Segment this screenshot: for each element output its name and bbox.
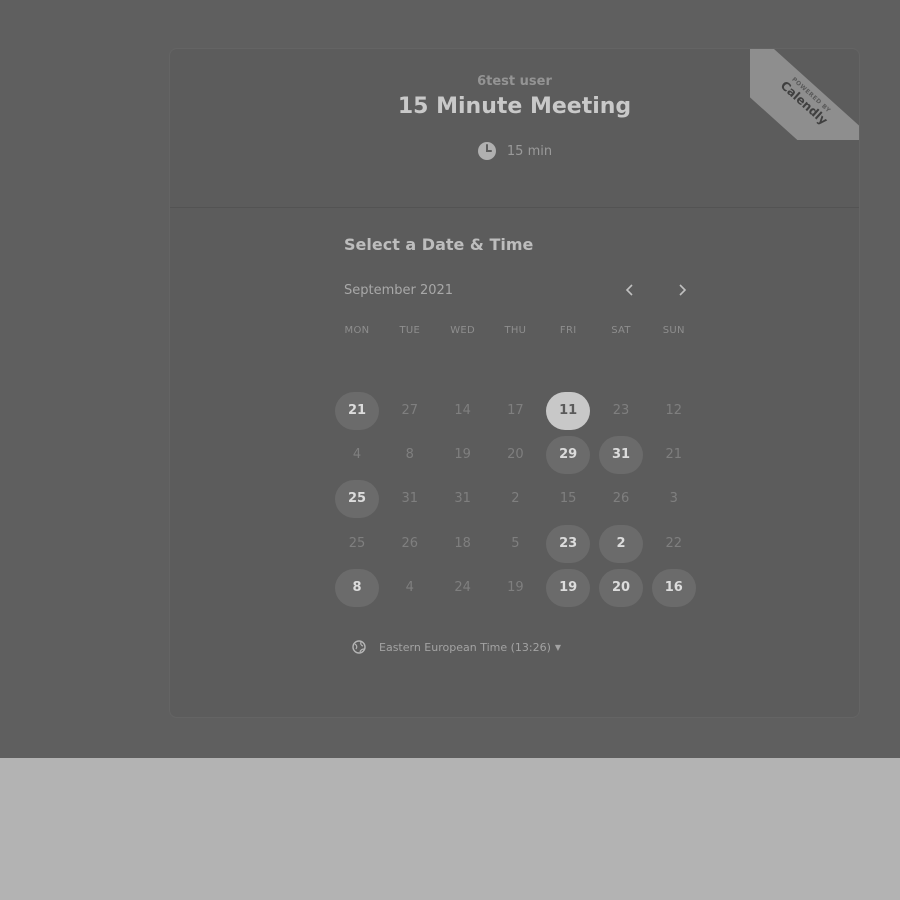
weekday-header: SAT bbox=[611, 325, 631, 336]
calendar-day: 20 bbox=[507, 447, 524, 463]
calendar-day: 17 bbox=[507, 403, 524, 418]
calendar-day-available[interactable]: 11 bbox=[546, 392, 591, 430]
calendar-day: 31 bbox=[401, 491, 419, 507]
chevron-left-icon bbox=[625, 284, 633, 296]
calendar-day: 25 bbox=[348, 535, 366, 551]
weekday-header: WED bbox=[450, 325, 475, 336]
calendar-day-available[interactable]: 19 bbox=[546, 568, 591, 607]
duration-label: 15 min bbox=[506, 143, 553, 159]
globe-icon bbox=[352, 640, 366, 654]
calendar-day: 12 bbox=[665, 403, 683, 418]
calendar-day: 23 bbox=[612, 403, 630, 418]
calendar-day: 19 bbox=[507, 579, 524, 595]
calendar-day: 8 bbox=[405, 447, 414, 463]
powered-by-calendly-badge[interactable]: POWERED BY Calendly bbox=[750, 49, 859, 140]
calendar-day: 14 bbox=[454, 403, 471, 418]
chevron-right-icon bbox=[679, 284, 687, 296]
calendar-day: 26 bbox=[612, 491, 630, 507]
calendar-day: 19 bbox=[454, 447, 471, 463]
next-month-button[interactable] bbox=[672, 281, 692, 301]
section-title: Select a Date & Time bbox=[344, 235, 534, 254]
month-label: September 2021 bbox=[344, 283, 454, 298]
calendar-day-available[interactable]: 31 bbox=[599, 436, 643, 475]
calendar-day: 3 bbox=[669, 491, 678, 507]
calendar-day: 24 bbox=[454, 579, 471, 595]
calendar-day: 4 bbox=[405, 579, 414, 595]
calendar-day-available[interactable]: 16 bbox=[651, 568, 696, 607]
weekday-header: TUE bbox=[399, 325, 421, 336]
weekday-header: SUN bbox=[662, 325, 685, 336]
booking-card: 6test user 15 Minute Meeting 15 min POWE… bbox=[169, 48, 860, 718]
timezone-selector[interactable]: Eastern European Time (13:26) ▼ bbox=[352, 640, 561, 654]
calendar-day: 21 bbox=[665, 447, 683, 463]
calendar-day: 5 bbox=[511, 535, 520, 551]
calendar-day: 2 bbox=[511, 491, 520, 507]
calendar-day: 31 bbox=[454, 491, 471, 507]
weekday-header: THU bbox=[504, 325, 527, 336]
calendar-day-available[interactable]: 29 bbox=[546, 436, 591, 475]
calendar-day-available[interactable]: 20 bbox=[599, 568, 643, 607]
calendar-day-available[interactable]: 25 bbox=[335, 480, 379, 519]
month-navigation: September 2021 bbox=[344, 283, 699, 301]
calendar-day: 27 bbox=[401, 403, 419, 418]
calendar-day-available[interactable]: 23 bbox=[546, 524, 591, 563]
calendar-day: 4 bbox=[352, 447, 362, 463]
caret-down-icon: ▼ bbox=[554, 642, 562, 652]
calendar-day: 26 bbox=[401, 535, 419, 551]
previous-month-button[interactable] bbox=[620, 281, 640, 301]
calendar-day: 18 bbox=[454, 535, 471, 551]
weekday-header: FRI bbox=[559, 325, 577, 336]
calendar-day-available[interactable]: 2 bbox=[599, 524, 643, 563]
weekday-header: MON bbox=[344, 325, 370, 336]
event-duration: 15 min bbox=[170, 141, 859, 161]
timezone-label: Eastern European Time (13:26) bbox=[379, 640, 551, 654]
calendar-day: 15 bbox=[559, 491, 577, 507]
clock-icon bbox=[477, 142, 496, 160]
calendar-day: 22 bbox=[665, 535, 683, 551]
event-header: 6test user 15 Minute Meeting 15 min POWE… bbox=[170, 49, 859, 208]
calendar-day-available[interactable]: 21 bbox=[335, 392, 379, 430]
calendar-day-available[interactable]: 8 bbox=[335, 568, 379, 607]
